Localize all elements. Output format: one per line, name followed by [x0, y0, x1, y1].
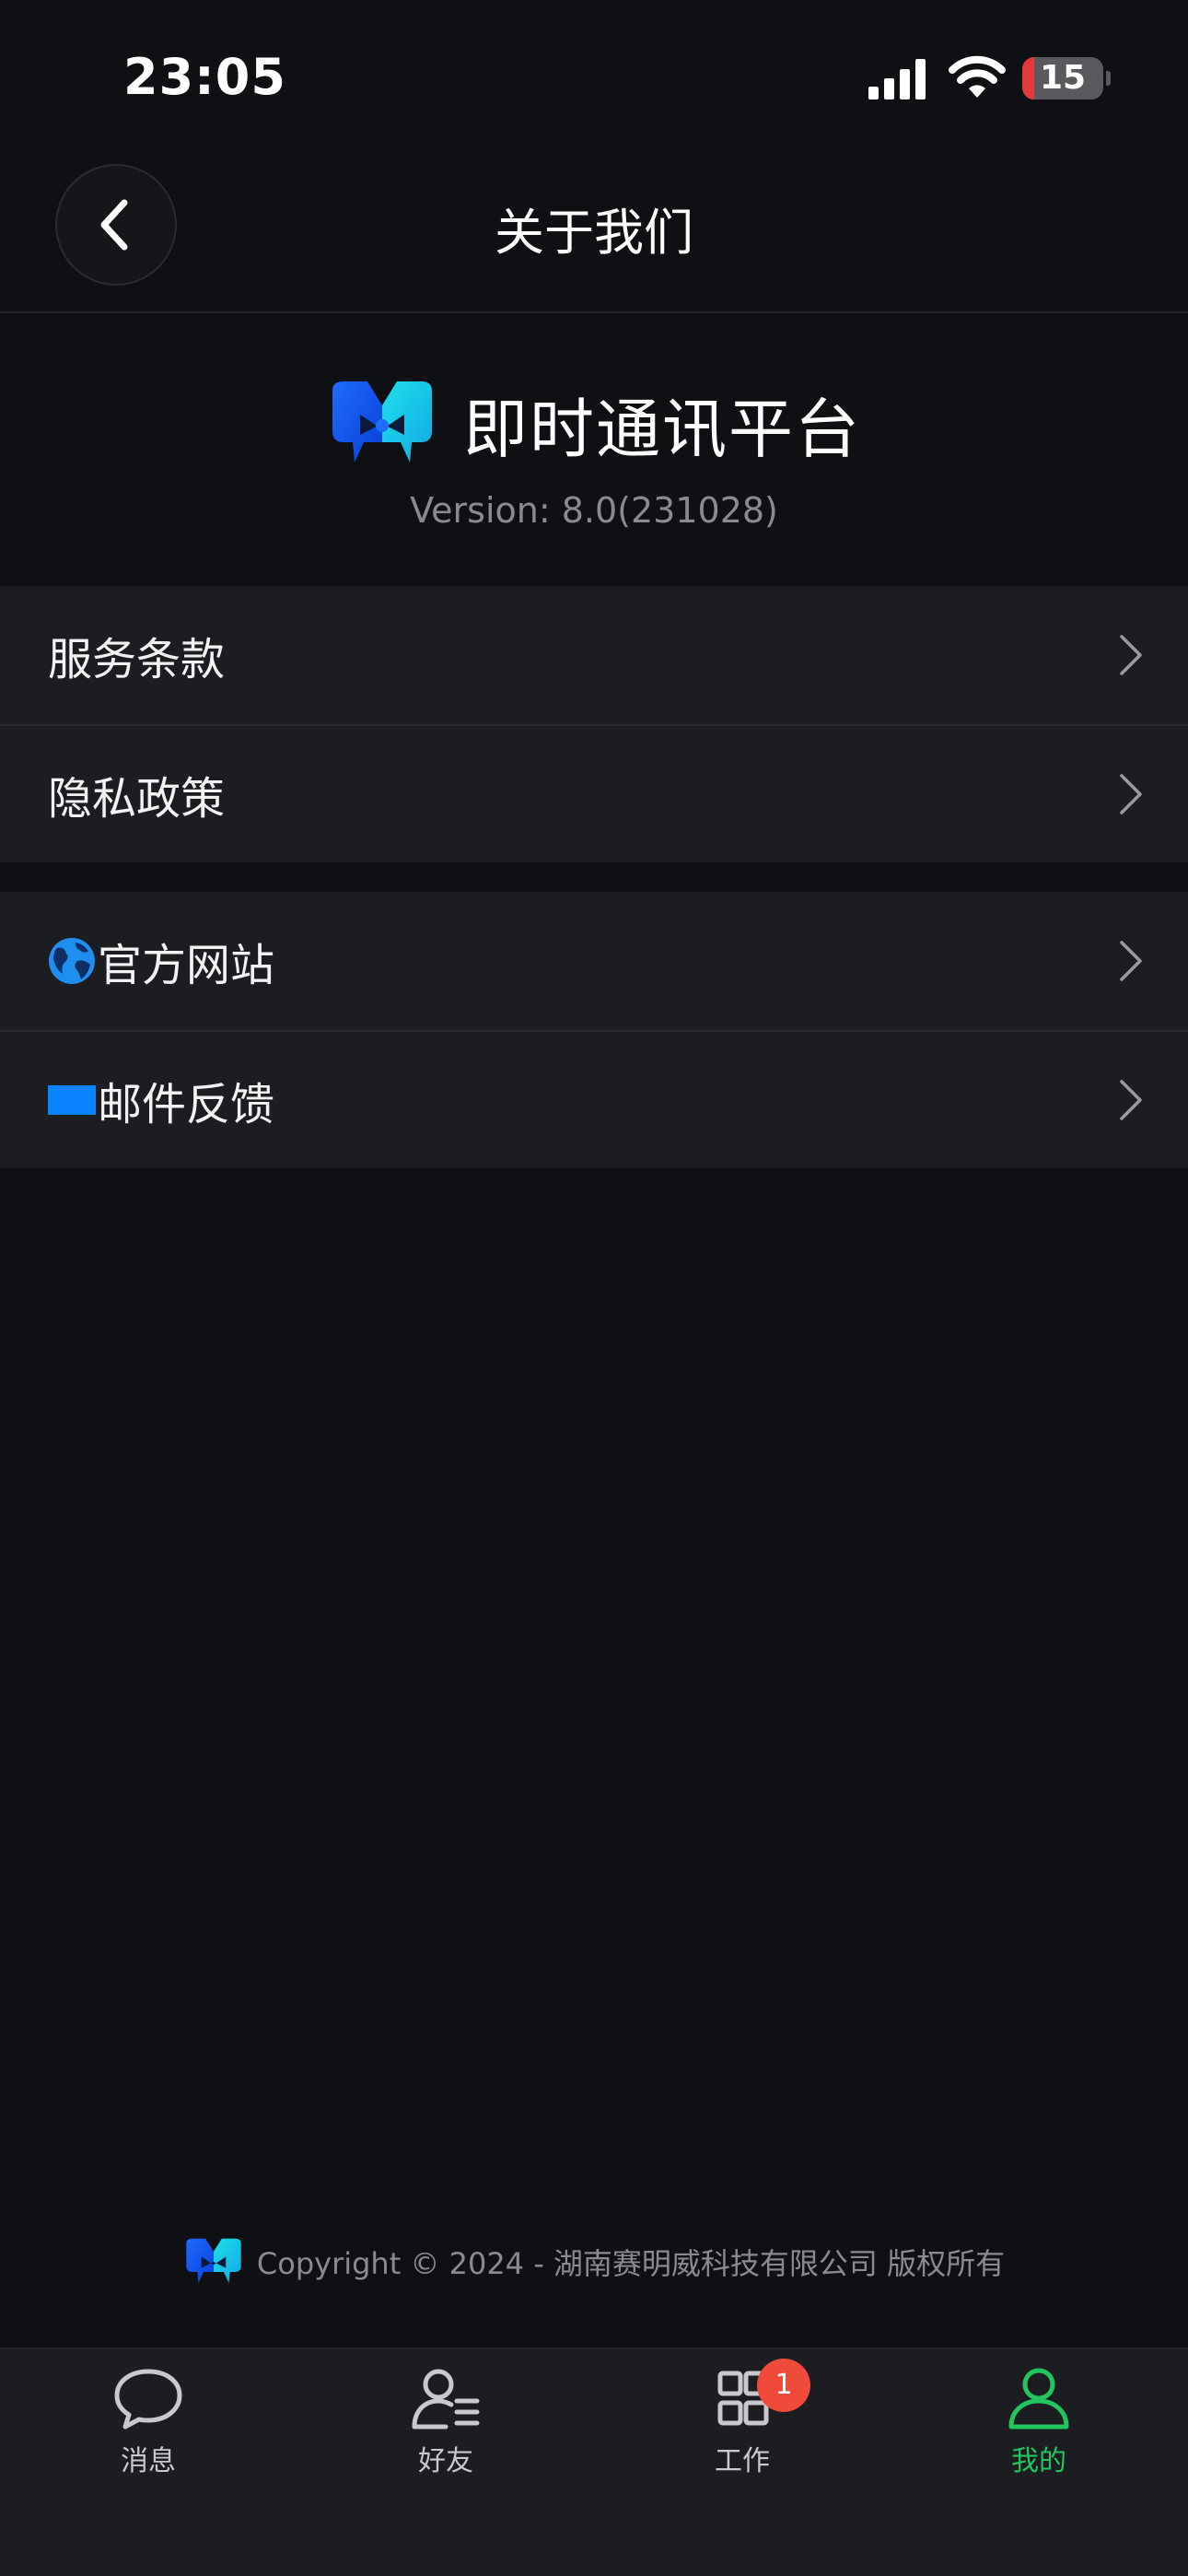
tab-label: 工作: [715, 2445, 770, 2477]
battery-indicator: 15: [1022, 57, 1111, 100]
contact-menu-group: 官方网站 邮件反馈: [0, 892, 1188, 1168]
status-bar: 23:05 15: [0, 0, 1188, 147]
privacy-policy-item[interactable]: 隐私政策: [0, 724, 1188, 862]
menu-item-label: 隐私政策: [48, 773, 226, 825]
wifi-icon: [949, 55, 1006, 98]
person-icon: [1008, 2368, 1069, 2430]
chevron-right-icon: [1120, 635, 1142, 675]
menu-item-label: 服务条款: [48, 634, 226, 685]
tab-messages[interactable]: 消息: [56, 2366, 240, 2486]
chevron-right-icon: [1120, 1080, 1142, 1120]
tab-label: 好友: [418, 2445, 473, 2477]
tab-bar: 消息 好友 工作 1 我的: [0, 2348, 1188, 2576]
chevron-right-icon: [1120, 941, 1142, 981]
copyright-text: Copyright © 2024 - 湖南赛明威科技有限公司 版权所有: [256, 2246, 1006, 2281]
email-feedback-item[interactable]: 邮件反馈: [0, 1030, 1188, 1168]
about-us-screen: 23:05 15 关于我们 即时通讯平台 Version: 8.0(231028…: [0, 0, 1188, 2576]
app-name: 即时通讯平台: [463, 391, 861, 467]
menu-item-label: 邮件反馈: [98, 1079, 275, 1130]
app-logo-icon: [332, 381, 432, 463]
app-logo-icon: [186, 2238, 241, 2284]
nav-header: 关于我们: [0, 147, 1188, 313]
tab-friends[interactable]: 好友: [354, 2366, 538, 2486]
official-website-item[interactable]: 官方网站: [0, 892, 1188, 1030]
brand-section: 即时通讯平台 Version: 8.0(231028): [0, 369, 1188, 544]
battery-level: 15: [1039, 59, 1087, 97]
app-version: Version: 8.0(231028): [410, 490, 778, 531]
tab-me[interactable]: 我的: [947, 2366, 1131, 2486]
cellular-signal-icon: [868, 59, 926, 100]
legal-menu-group: 服务条款 隐私政策: [0, 586, 1188, 862]
terms-of-service-item[interactable]: 服务条款: [0, 586, 1188, 724]
status-time: 23:05: [123, 48, 286, 106]
globe-icon: [49, 938, 95, 984]
copyright-footer: Copyright © 2024 - 湖南赛明威科技有限公司 版权所有: [0, 2230, 1188, 2294]
contacts-icon: [412, 2369, 480, 2430]
tab-label: 消息: [121, 2445, 176, 2477]
chat-bubble-icon: [114, 2369, 182, 2430]
chevron-right-icon: [1120, 774, 1142, 814]
tab-label: 我的: [1011, 2445, 1066, 2477]
blue-rectangle-icon: [48, 1085, 96, 1115]
notification-badge: 1: [757, 2359, 810, 2412]
tab-work[interactable]: 工作 1: [650, 2359, 834, 2486]
menu-item-label: 官方网站: [98, 940, 275, 991]
page-title: 关于我们: [495, 204, 693, 262]
